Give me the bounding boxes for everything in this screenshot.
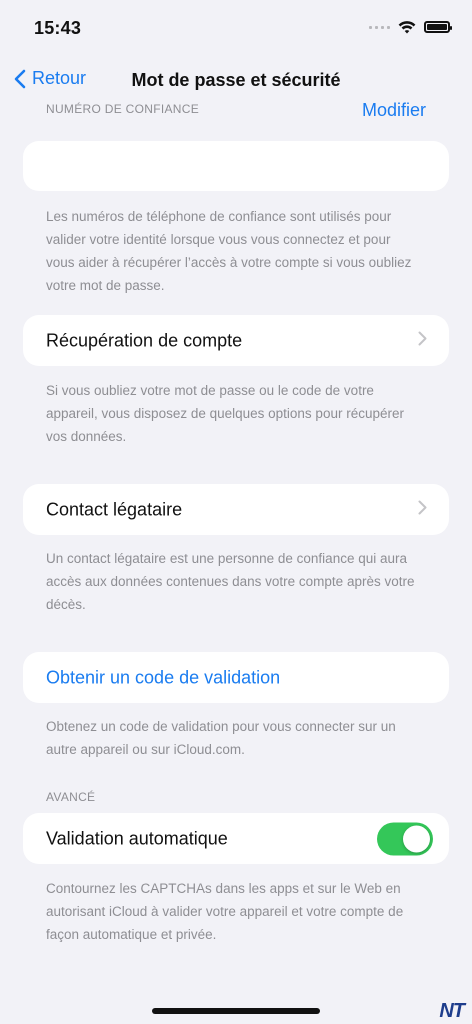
toggle-knob	[403, 825, 430, 852]
status-bar: 15:43	[0, 0, 472, 56]
wifi-icon	[398, 20, 416, 34]
legacy-contact-label: Contact légataire	[46, 499, 183, 519]
section-header-trusted-numbers: NUMÉRO DE CONFIANCE	[46, 102, 200, 116]
status-time: 15:43	[34, 18, 82, 38]
get-verification-code-label: Obtenir un code de validation	[46, 667, 281, 687]
account-recovery-label: Récupération de compte	[46, 330, 243, 350]
edit-trusted-numbers-button[interactable]: Modifier	[362, 100, 426, 121]
watermark-logo: NT	[439, 1000, 465, 1022]
section-header-advanced: AVANCÉ	[46, 790, 96, 804]
trusted-numbers-card	[23, 141, 449, 191]
account-recovery-footnote: Si vous oubliez votre mot de passe ou le…	[46, 383, 404, 444]
home-indicator	[152, 1008, 320, 1014]
signal-icon	[369, 25, 390, 29]
auto-validation-toggle[interactable]	[377, 822, 433, 855]
legacy-contact-row[interactable]: Contact légataire	[23, 484, 449, 535]
page-title: Mot de passe et sécurité	[131, 70, 341, 90]
advanced-footnote: Contournez les CAPTCHAs dans les apps et…	[46, 881, 404, 942]
status-icons	[369, 20, 452, 34]
battery-icon	[424, 21, 452, 33]
auto-validation-row: Validation automatique	[23, 813, 449, 864]
auto-validation-label: Validation automatique	[46, 828, 228, 848]
trusted-numbers-footnote: Les numéros de téléphone de confiance so…	[46, 209, 412, 293]
chevron-right-icon	[418, 500, 427, 520]
legacy-contact-footnote: Un contact légataire est une personne de…	[46, 551, 415, 612]
get-verification-code-button[interactable]: Obtenir un code de validation	[23, 652, 449, 703]
account-recovery-row[interactable]: Récupération de compte	[23, 315, 449, 366]
chevron-right-icon	[418, 331, 427, 351]
verification-code-footnote: Obtenez un code de validation pour vous …	[46, 719, 396, 757]
navigation-bar: Retour Mot de passe et sécurité	[0, 56, 472, 106]
